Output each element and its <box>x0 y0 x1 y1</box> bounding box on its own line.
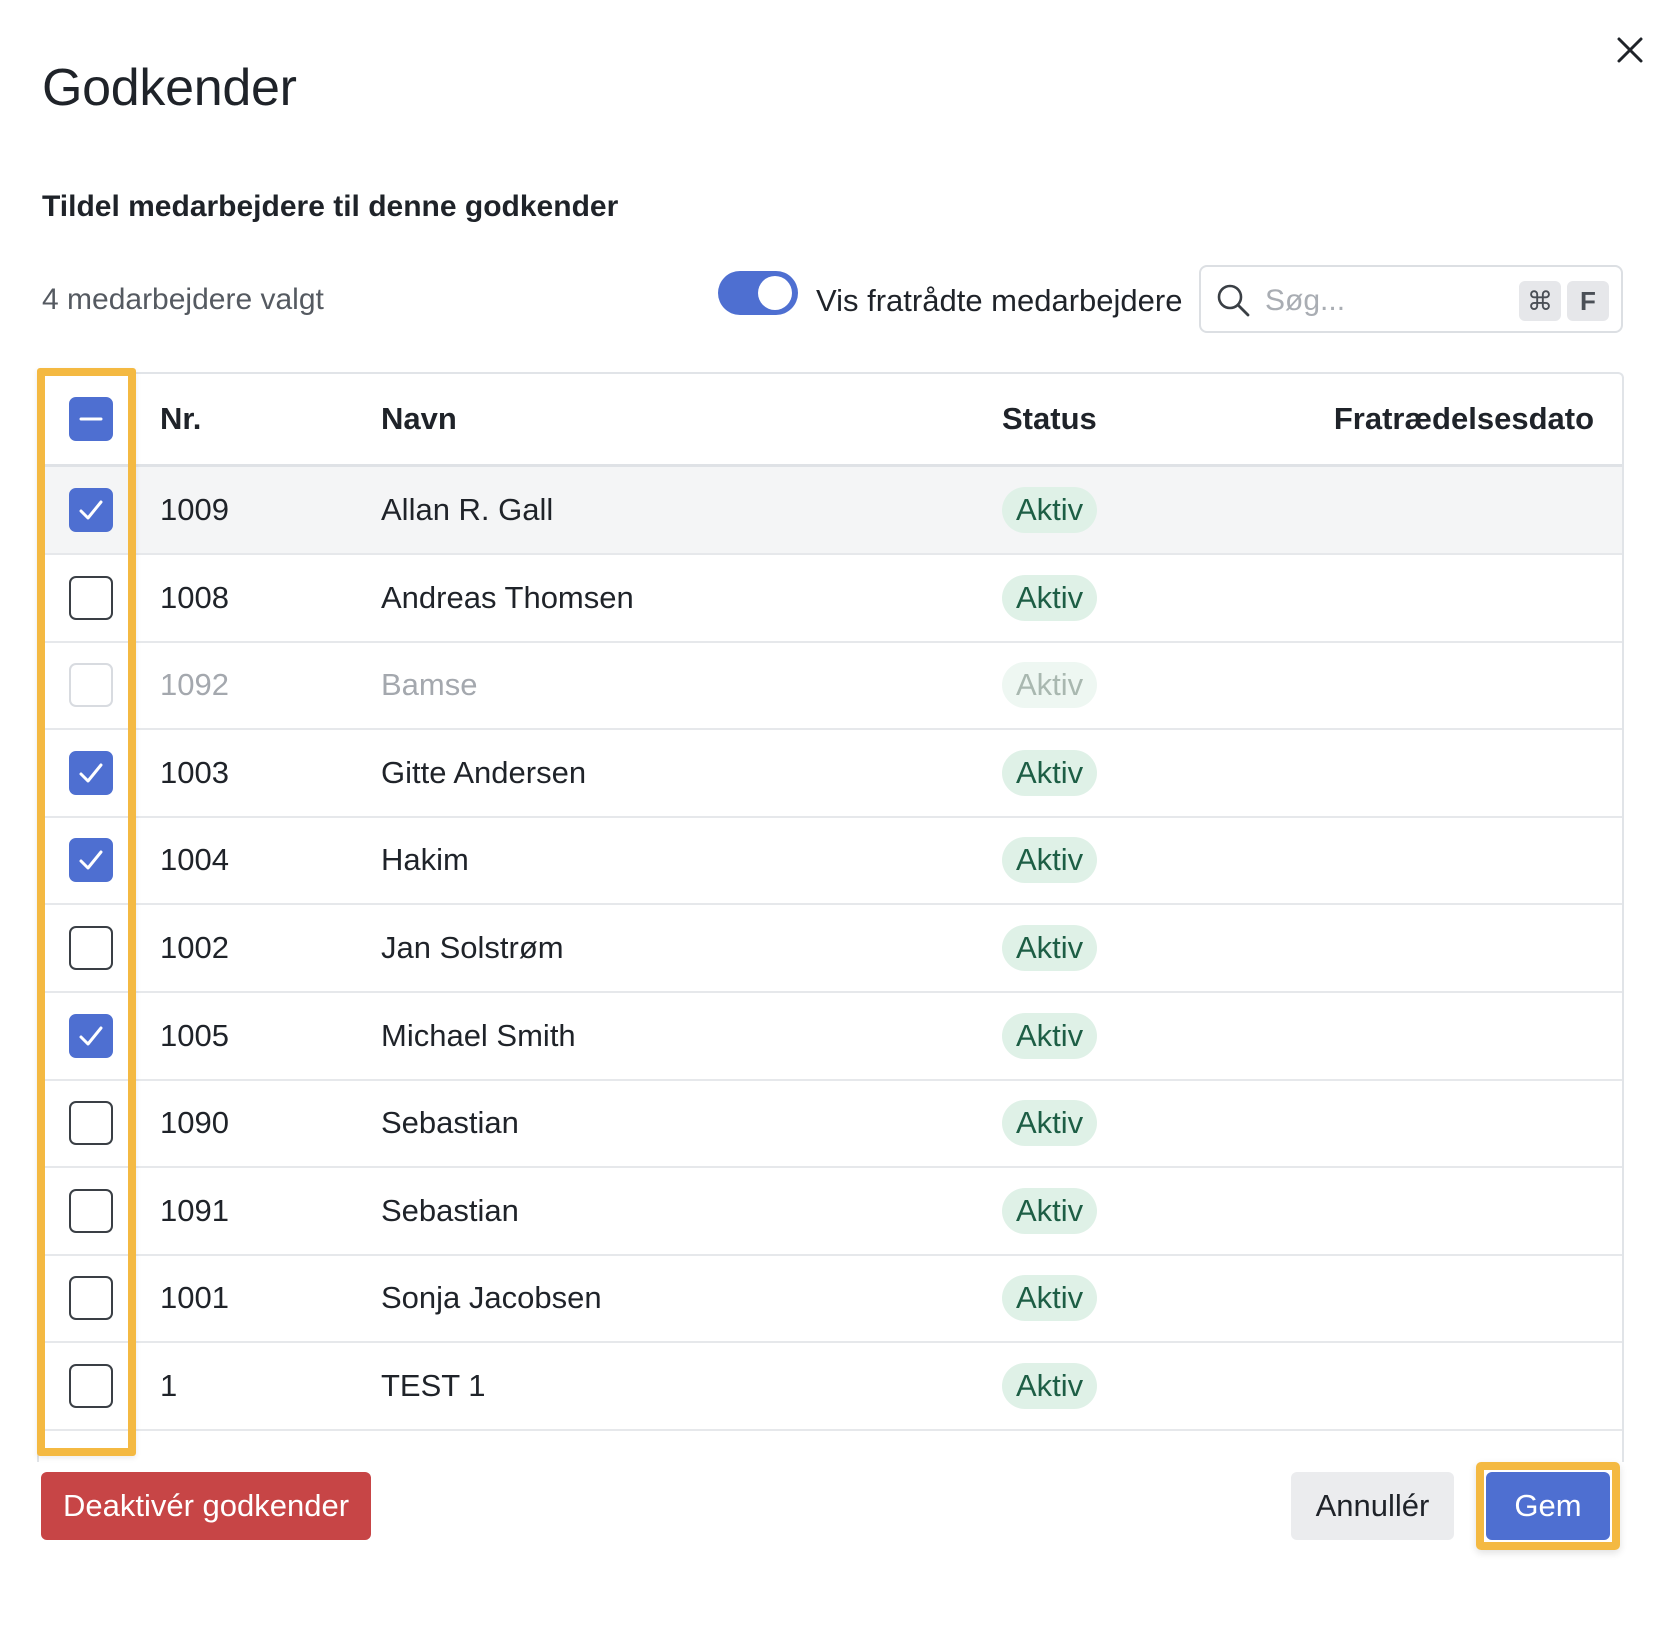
search-icon <box>1217 284 1250 317</box>
checkmark-icon <box>79 850 103 870</box>
status-badge: Aktiv <box>1002 1275 1098 1321</box>
save-button[interactable]: Gem <box>1486 1472 1610 1540</box>
row-checkbox[interactable] <box>69 838 113 882</box>
table-row[interactable]: 1092 Bamse Aktiv <box>39 642 1622 730</box>
shortcut-cmd-key: ⌘ <box>1519 281 1561 321</box>
cell-name: Bamse <box>381 667 478 702</box>
close-icon <box>1617 37 1643 63</box>
cell-nr: 1003 <box>160 755 229 790</box>
row-checkbox[interactable] <box>69 1189 113 1233</box>
cell-status: Aktiv <box>1002 730 1098 816</box>
table-header: Nr. Navn Status Fratrædelsesdato <box>39 374 1622 467</box>
selected-count: 4 medarbejdere valgt <box>42 283 324 316</box>
cell-name: Jan Solstrøm <box>381 930 564 965</box>
table-row[interactable]: 1003 Gitte Andersen Aktiv <box>39 730 1622 818</box>
status-badge: Aktiv <box>1002 1363 1098 1409</box>
header-status[interactable]: Status <box>1002 374 1097 464</box>
table-row[interactable]: 1004 Hakim Aktiv <box>39 817 1622 905</box>
cell-status: Aktiv <box>1002 467 1098 553</box>
cell-nr: 1092 <box>160 667 229 702</box>
table-row[interactable]: 1001 Sonja Jacobsen Aktiv <box>39 1255 1622 1343</box>
select-all-checkbox[interactable] <box>69 397 113 441</box>
row-checkbox[interactable] <box>69 751 113 795</box>
table-row[interactable]: 1009 Allan R. Gall Aktiv <box>39 467 1622 555</box>
cell-status: Aktiv <box>1002 642 1098 728</box>
table-row[interactable]: 1091 Sebastian Aktiv <box>39 1168 1622 1256</box>
row-checkbox[interactable] <box>69 926 113 970</box>
deactivate-approver-button[interactable]: Deaktivér godkender <box>41 1472 371 1540</box>
shortcut-f-key: F <box>1567 281 1609 321</box>
cell-status: Aktiv <box>1002 993 1098 1079</box>
search-box[interactable]: ⌘ F <box>1199 265 1623 333</box>
cell-name: Andreas Thomsen <box>381 580 634 615</box>
status-badge: Aktiv <box>1002 750 1098 796</box>
cell-name: TEST 1 <box>381 1368 486 1403</box>
table-row[interactable]: 1005 Michael Smith Aktiv <box>39 993 1622 1081</box>
table-row[interactable]: 1002 Jan Solstrøm Aktiv <box>39 905 1622 993</box>
cell-nr: 1009 <box>160 492 229 527</box>
status-badge: Aktiv <box>1002 837 1098 883</box>
search-input[interactable] <box>1263 277 1507 325</box>
cell-status: Aktiv <box>1002 1343 1098 1429</box>
cell-nr: 1091 <box>160 1193 229 1228</box>
cell-nr: 1008 <box>160 580 229 615</box>
header-name[interactable]: Navn <box>381 374 457 464</box>
status-badge: Aktiv <box>1002 1013 1098 1059</box>
status-badge: Aktiv <box>1002 1100 1098 1146</box>
cell-name: Gitte Andersen <box>381 755 587 790</box>
cell-name: Sebastian <box>381 1105 519 1140</box>
row-checkbox[interactable] <box>69 488 113 532</box>
cell-nr: 1090 <box>160 1105 229 1140</box>
table-row[interactable]: 1090 Sebastian Aktiv <box>39 1080 1622 1168</box>
show-terminated-toggle[interactable] <box>718 271 798 315</box>
cell-status: Aktiv <box>1002 817 1098 903</box>
status-badge: Aktiv <box>1002 662 1098 708</box>
status-badge: Aktiv <box>1002 487 1098 533</box>
cell-name: Hakim <box>381 842 469 877</box>
cell-nr: 1004 <box>160 842 229 877</box>
cell-status: Aktiv <box>1002 905 1098 991</box>
cell-status: Aktiv <box>1002 555 1098 641</box>
row-checkbox[interactable] <box>69 1276 113 1320</box>
show-terminated-label[interactable]: Vis fratrådte medarbejdere <box>816 283 1182 319</box>
dialog-subtitle: Tildel medarbejdere til denne godkender <box>42 190 619 223</box>
checkmark-icon <box>79 1026 103 1046</box>
cell-nr: 1 <box>160 1368 178 1403</box>
cell-nr: 1002 <box>160 930 229 965</box>
dialog-title: Godkender <box>42 59 297 117</box>
status-badge: Aktiv <box>1002 575 1098 621</box>
table-row[interactable]: 1 TEST 1 Aktiv <box>39 1343 1622 1431</box>
cell-name: Sebastian <box>381 1193 519 1228</box>
row-checkbox[interactable] <box>69 1014 113 1058</box>
cell-name: Allan R. Gall <box>381 492 554 527</box>
cell-nr: 1001 <box>160 1280 229 1315</box>
cell-status: Aktiv <box>1002 1168 1098 1254</box>
cell-name: Michael Smith <box>381 1018 576 1053</box>
row-checkbox[interactable] <box>69 1364 113 1408</box>
checkmark-icon <box>79 500 103 520</box>
minus-icon <box>79 417 103 421</box>
close-button[interactable] <box>1610 30 1650 70</box>
row-checkbox <box>69 663 113 707</box>
toggle-knob <box>758 276 792 310</box>
status-badge: Aktiv <box>1002 1188 1098 1234</box>
header-nr[interactable]: Nr. <box>160 374 201 464</box>
cell-status: Aktiv <box>1002 1080 1098 1166</box>
cell-name: Sonja Jacobsen <box>381 1280 602 1315</box>
status-badge: Aktiv <box>1002 925 1098 971</box>
row-checkbox[interactable] <box>69 576 113 620</box>
header-date[interactable]: Fratrædelsesdato <box>1334 374 1594 464</box>
checkmark-icon <box>79 763 103 783</box>
table-row[interactable]: 1008 Andreas Thomsen Aktiv <box>39 555 1622 643</box>
row-checkbox[interactable] <box>69 1101 113 1145</box>
cell-status: Aktiv <box>1002 1255 1098 1341</box>
cancel-button[interactable]: Annullér <box>1291 1472 1454 1540</box>
cell-nr: 1005 <box>160 1018 229 1053</box>
